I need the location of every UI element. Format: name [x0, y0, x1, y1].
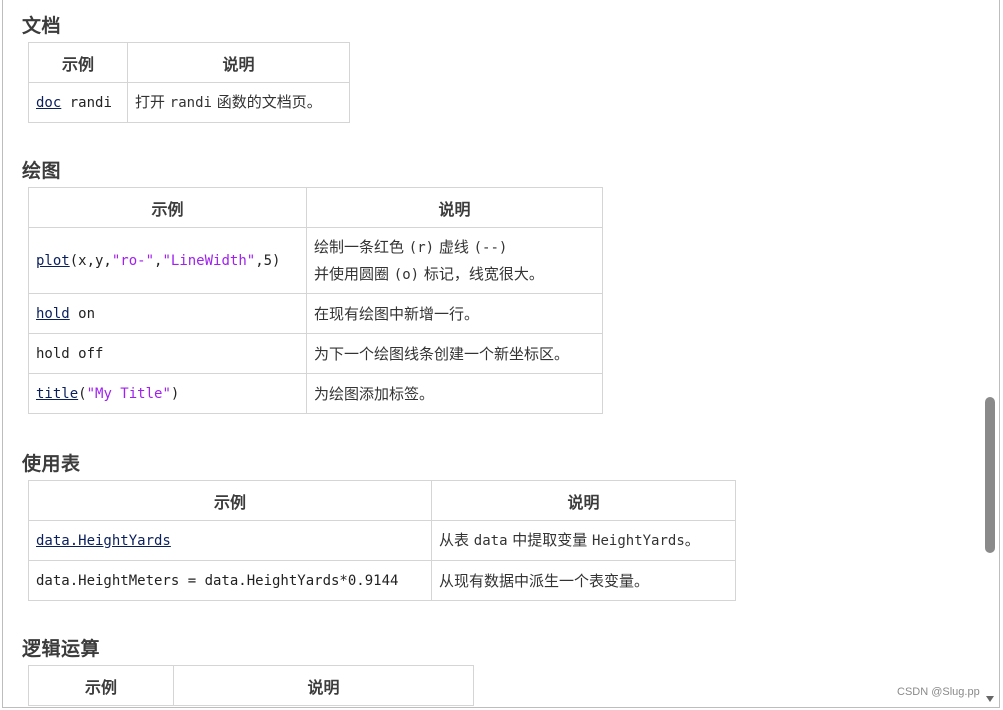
section-title-plot: 绘图: [22, 160, 62, 182]
desc-text: 标记，线宽很大。: [419, 264, 544, 283]
table-row: plot(x,y,"ro-","LineWidth",5) 绘制一条红色 (r)…: [28, 227, 603, 294]
example-cell: data.HeightMeters = data.HeightYards*0.9…: [28, 560, 432, 601]
section-title-table: 使用表: [22, 453, 81, 475]
column-header-example: 示例: [28, 187, 307, 228]
desc-code: (r): [408, 239, 435, 256]
logic-table: 示例 说明: [28, 665, 474, 706]
example-cell: doc randi: [28, 82, 128, 123]
column-header-example: 示例: [28, 42, 128, 83]
vertical-scrollbar-thumb[interactable]: [985, 397, 995, 553]
desc-text: 中提取变量: [507, 531, 593, 549]
section-title-doc: 文档: [22, 15, 62, 37]
table-header-row: 示例 说明: [28, 42, 350, 83]
desc-code: data: [473, 533, 508, 549]
string-literal: "ro-": [111, 252, 155, 269]
function-link[interactable]: data.HeightYards: [36, 533, 171, 549]
column-header-description: 说明: [173, 665, 474, 706]
scroll-down-arrow-icon[interactable]: [986, 696, 994, 702]
desc-code: (--): [473, 239, 508, 256]
function-link[interactable]: hold: [36, 306, 70, 322]
description-cell: 为绘图添加标签。: [306, 373, 603, 414]
code-text: on: [69, 305, 96, 322]
example-cell: hold on: [28, 293, 307, 334]
description-cell: 打开 randi 函数的文档页。: [127, 82, 350, 123]
desc-text: 。: [684, 531, 700, 549]
table-usage-table: 示例 说明 data.HeightYards 从表 data 中提取变量 Hei…: [28, 480, 736, 601]
table-row: data.HeightYards 从表 data 中提取变量 HeightYar…: [28, 520, 736, 561]
code-text: ,5): [255, 252, 281, 269]
table-header-row: 示例 说明: [28, 665, 474, 706]
code-text: randi: [61, 94, 112, 111]
desc-text: 绘制一条红色: [314, 237, 409, 256]
desc-line: 并使用圆圈 (o) 标记，线宽很大。: [314, 261, 595, 288]
table-row: doc randi 打开 randi 函数的文档页。: [28, 82, 350, 123]
table-header-row: 示例 说明: [28, 187, 603, 228]
table-header-row: 示例 说明: [28, 480, 736, 521]
function-link[interactable]: doc: [36, 95, 61, 111]
code-text: (: [78, 385, 87, 402]
column-header-example: 示例: [28, 665, 174, 706]
function-link[interactable]: title: [36, 386, 78, 402]
column-header-description: 说明: [431, 480, 736, 521]
code-text: ): [170, 385, 180, 402]
desc-text: 从表: [439, 531, 474, 549]
desc-code: HeightYards: [592, 533, 685, 549]
table-row: data.HeightMeters = data.HeightYards*0.9…: [28, 560, 736, 601]
description-cell: 绘制一条红色 (r) 虚线 (--) 并使用圆圈 (o) 标记，线宽很大。: [306, 227, 603, 294]
string-literal: "LineWidth": [162, 252, 256, 269]
desc-text: 并使用圆圈: [314, 264, 394, 283]
description-cell: 在现有绘图中新增一行。: [306, 293, 603, 334]
desc-text: 函数的文档页。: [211, 93, 322, 111]
example-cell: hold off: [28, 333, 307, 374]
code-text: (x,y,: [69, 252, 112, 269]
description-cell: 从现有数据中派生一个表变量。: [431, 560, 736, 601]
section-title-logic: 逻辑运算: [22, 638, 101, 660]
example-cell: data.HeightYards: [28, 520, 432, 561]
example-cell: plot(x,y,"ro-","LineWidth",5): [28, 227, 307, 294]
function-link[interactable]: plot: [36, 253, 70, 269]
column-header-example: 示例: [28, 480, 432, 521]
desc-line: 绘制一条红色 (r) 虚线 (--): [314, 234, 595, 261]
desc-code: (o): [393, 266, 420, 283]
description-cell: 为下一个绘图线条创建一个新坐标区。: [306, 333, 603, 374]
table-row: hold on 在现有绘图中新增一行。: [28, 293, 603, 334]
desc-code: randi: [169, 95, 212, 111]
desc-text: 打开: [135, 93, 170, 111]
table-row: title("My Title") 为绘图添加标签。: [28, 373, 603, 414]
plot-table: 示例 说明 plot(x,y,"ro-","LineWidth",5) 绘制一条…: [28, 187, 603, 414]
column-header-description: 说明: [306, 187, 603, 228]
desc-text: 虚线: [434, 237, 474, 256]
watermark: CSDN @Slug.pp: [897, 686, 980, 698]
example-cell: title("My Title"): [28, 373, 307, 414]
description-cell: 从表 data 中提取变量 HeightYards。: [431, 520, 736, 561]
doc-table: 示例 说明 doc randi 打开 randi 函数的文档页。: [28, 42, 350, 123]
column-header-description: 说明: [127, 42, 350, 83]
table-row: hold off 为下一个绘图线条创建一个新坐标区。: [28, 333, 603, 374]
string-literal: "My Title": [86, 385, 171, 402]
